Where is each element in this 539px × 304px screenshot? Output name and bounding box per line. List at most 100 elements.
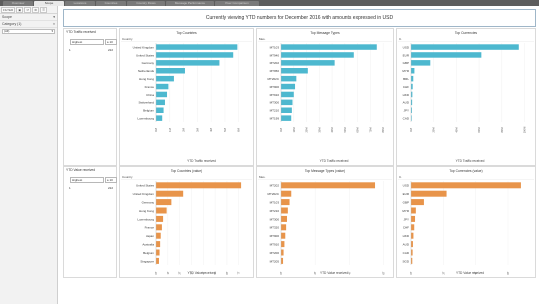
chart-panel-6: Top Currencies (value) C. 0T 2T 4T 6T USD EUR GB… (396, 166, 536, 278)
category-label: MT210 (270, 209, 280, 213)
menu-icon[interactable]: ☰ (40, 6, 48, 13)
category-header: C. (399, 175, 402, 179)
tick-label: 0M (154, 128, 158, 132)
category-label: MT103 (270, 45, 280, 49)
chart-title: Top Message Types (310, 31, 340, 35)
tick-label: 0M (409, 128, 413, 132)
tick-label: 0T (154, 271, 158, 274)
sidebar: FILTER ▣ ↺ ⚙ ☰ Scope ▾ Category (1) × (A… (0, 6, 58, 304)
tick-label: 80M (381, 127, 385, 132)
category-label: United Kingdom (133, 192, 155, 196)
scope-section[interactable]: Scope ▾ (0, 14, 57, 21)
bar (156, 199, 172, 206)
bar-chart: Top Currencies (value)C.0T 2T 4T 6TUSDEURGB… (398, 169, 534, 275)
category-label: MT900 (270, 85, 280, 89)
bar (156, 257, 159, 264)
category-label: AUD (403, 243, 410, 247)
tick-label: 2T (441, 271, 445, 274)
traffic-section-title: YTD Traffic received (66, 30, 96, 34)
category-label: MT300 (270, 101, 280, 105)
tick-label: 40M (330, 127, 334, 132)
value-rank-count[interactable]: ≤ 10 (105, 177, 117, 183)
bar (411, 182, 521, 189)
traffic-rank-count[interactable]: ≤ 10 (105, 39, 117, 45)
bar (411, 83, 413, 90)
category-label: CHF (403, 226, 409, 230)
tick-label: 6T (506, 271, 510, 274)
filter-button[interactable]: FILTER (1, 6, 16, 13)
category-label: Hong Kong (139, 77, 154, 81)
category-label: HKD (403, 93, 410, 97)
category-label: Australia (142, 243, 154, 247)
tick-label: 1T (166, 271, 170, 274)
bar (411, 199, 424, 206)
bar (156, 52, 234, 58)
chevron-down-icon: ▾ (51, 29, 53, 33)
category-header: Mes. (259, 37, 266, 41)
category-label: Singapore (140, 259, 154, 263)
chevron-down-icon: ▾ (53, 15, 55, 19)
chart-panel-5: Top Message Types (value) Mes. 0T 2T 4T 6T MT2… (256, 166, 394, 278)
bar (281, 190, 292, 197)
tick-label: 4M (209, 128, 213, 132)
bar (411, 215, 416, 222)
bar (156, 224, 162, 231)
tick-label: 5M (223, 128, 227, 132)
tick-label: 50M (343, 127, 347, 132)
tick-label: 60M (477, 127, 481, 132)
bar (411, 224, 415, 231)
category-section[interactable]: Category (1) × (0, 21, 57, 28)
tick-label: 80M (500, 127, 504, 132)
bar (281, 232, 286, 239)
category-select[interactable]: (All) ▾ (2, 29, 55, 34)
category-label: MT200 (270, 251, 280, 255)
bar (281, 52, 354, 58)
x-axis-label: YTD Traffic received (320, 159, 349, 163)
bar (156, 107, 164, 113)
category-label: MT210 (270, 109, 280, 113)
x-axis-label: YTD Value received (187, 271, 215, 275)
category-label: Germany (142, 61, 155, 65)
main-content: Currently viewing YTD numbers for Decemb… (60, 6, 539, 304)
category-label: CAD (403, 251, 410, 255)
bar (411, 52, 482, 58)
bar (411, 249, 413, 256)
gear-icon[interactable]: ⚙ (32, 6, 40, 13)
x-axis-label: YTD Value received (320, 271, 348, 275)
close-icon[interactable]: × (53, 22, 55, 26)
chart-panel-4: Top Countries (value) Country 0T 1T 2T 3T 4T 5T… (119, 166, 254, 278)
value-section-title: YTD Value received (66, 168, 96, 172)
traffic-rank-select[interactable]: Highest (70, 39, 104, 45)
bar (281, 99, 293, 106)
category-label: MT910 (270, 93, 280, 97)
bar (281, 44, 377, 50)
category-header: Country (122, 37, 133, 41)
tick-label: 40M (454, 127, 458, 132)
bar (281, 249, 284, 256)
bar (156, 241, 161, 248)
save-icon[interactable]: ▣ (16, 6, 24, 13)
reset-icon[interactable]: ↺ (24, 6, 32, 13)
tick-label: 0M (279, 128, 283, 132)
category-label: EUR (403, 192, 410, 196)
bar (281, 182, 376, 189)
bar-chart: Top Message Types Mes. 0M 10M 20M 30M 40M 50M 60… (258, 31, 392, 163)
chart-title: Top Currencies (value) (449, 169, 482, 173)
tick-label: 20M (305, 127, 309, 132)
app-window: Overview Scope Locations Countries Count… (0, 0, 539, 304)
chart-panel-1: Top Countries Country 0M 1M 2M 3M 4M 5M 6M United… (119, 28, 254, 166)
category-label: MT103 (270, 201, 280, 205)
category-label: MT199 (270, 116, 280, 120)
category-label: Germany (142, 201, 155, 205)
value-rank-select[interactable]: Highest (70, 177, 104, 183)
category-header: Mes. (259, 175, 266, 179)
bar (411, 207, 416, 214)
bar (281, 91, 294, 98)
bar-chart: Top Message Types (value)Mes.0T 2T 4T 6TMT2… (258, 169, 392, 275)
bar (156, 91, 168, 98)
traffic-legend-extra: 222 (108, 48, 114, 52)
tick-label: 60M (356, 127, 360, 132)
category-label: MT940 (270, 53, 280, 57)
bar (156, 68, 185, 74)
category-label: MYR (402, 209, 410, 213)
